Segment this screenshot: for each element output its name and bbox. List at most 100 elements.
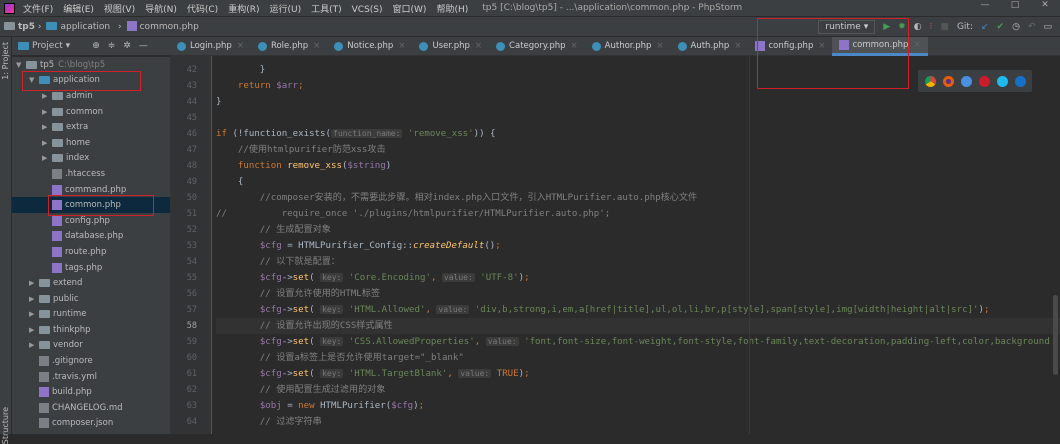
tree-item[interactable]: ▶ extend [12,275,170,291]
code-line[interactable]: // require_once './plugins/htmlpurifier/… [216,206,1060,222]
expand-arrow-icon[interactable]: ▶ [42,139,52,147]
expand-arrow-icon[interactable]: ▶ [29,341,39,349]
opera-icon[interactable] [978,75,990,87]
tree-item[interactable]: CHANGELOG.md [12,400,170,416]
tree-item[interactable]: ▶ public [12,291,170,307]
code-line[interactable]: $cfg->set( key: 'HTML.Allowed', value: '… [216,302,1060,318]
close-icon[interactable]: ✕ [1030,0,1060,10]
tree-item[interactable]: route.php [12,244,170,260]
menu-item[interactable]: VCS(S) [352,5,383,15]
editor-scrollbar[interactable] [1053,295,1058,375]
code-line[interactable]: // 设置a标签上是否允许使用target="_blank" [216,350,1060,366]
tree-item[interactable]: ▶ home [12,135,170,151]
tree-item[interactable]: ▶ index [12,151,170,167]
expand-arrow-icon[interactable]: ▶ [29,295,39,303]
project-view-select[interactable]: Project ▾ [18,41,70,51]
chrome-icon[interactable] [924,75,936,87]
code-line[interactable]: function remove_xss($string) [216,158,1060,174]
code-line[interactable]: $cfg = HTMLPurifier_Config::createDefaul… [216,238,1060,254]
tree-item[interactable]: .gitignore [12,353,170,369]
tab-notice-php[interactable]: Notice.php × [327,37,412,56]
history-icon[interactable]: ◷ [1012,22,1020,32]
close-tab-icon[interactable]: × [237,41,244,51]
code-line[interactable]: $cfg->set( key: 'HTML.TargetBlank', valu… [216,366,1060,382]
code-line[interactable]: // 使用配置生成过滤用的对象 [216,382,1060,398]
close-tab-icon[interactable]: × [656,41,663,51]
ie-icon[interactable] [996,75,1008,87]
expand-arrow-icon[interactable]: ▶ [29,279,39,287]
expand-arrow-icon[interactable]: ▶ [29,310,39,318]
menu-item[interactable]: 帮助(H) [436,5,468,15]
expand-arrow-icon[interactable]: ▶ [29,326,39,334]
locate-icon[interactable]: ⊕ [92,41,100,51]
menu-item[interactable]: 运行(U) [269,5,301,15]
tree-item[interactable]: tags.php [12,260,170,276]
git-commit-icon[interactable]: ✔ [997,22,1005,32]
stop-icon[interactable]: ■ [940,22,949,32]
tree-item[interactable]: ▶ vendor [12,338,170,354]
expand-arrow-icon[interactable]: ▼ [16,61,26,69]
maximize-icon[interactable]: □ [1000,0,1030,10]
tab-role-php[interactable]: Role.php × [251,37,327,56]
tab-user-php[interactable]: User.php × [412,37,489,56]
close-tab-icon[interactable]: × [571,41,578,51]
menu-item[interactable]: 窗口(W) [393,5,427,15]
expand-arrow-icon[interactable]: ▶ [42,154,52,162]
revert-icon[interactable]: ↶ [1028,22,1036,32]
close-tab-icon[interactable]: × [313,41,320,51]
firefox-icon[interactable] [942,75,954,87]
tab-login-php[interactable]: Login.php × [170,37,251,56]
code-line[interactable]: // 设置允许使用的HTML标签 [216,286,1060,302]
code-line[interactable]: $cfg->set( key: 'CSS.AllowedProperties',… [216,334,1060,350]
tree-item[interactable]: ▶ thinkphp [12,322,170,338]
code-line[interactable] [216,110,1060,126]
hide-icon[interactable]: — [139,41,148,51]
project-tool-button[interactable]: 1: Project [1,42,10,80]
menu-item[interactable]: 工具(T) [311,5,342,15]
menu-item[interactable]: 编辑(E) [63,5,94,15]
code-line[interactable]: // 设置允许出现的CSS样式属性 [216,318,1060,334]
tree-item[interactable]: ▶ runtime [12,307,170,323]
code-editor[interactable]: } return $arr;} if (!function_exists(func… [213,56,1060,434]
expand-arrow-icon[interactable]: ▶ [42,108,52,116]
code-line[interactable]: // 以下就是配置： [216,254,1060,270]
tree-item[interactable]: ▶ extra [12,119,170,135]
code-line[interactable]: $obj = new HTMLPurifier($cfg); [216,398,1060,414]
breadcrumb-tp5[interactable]: tp5 › [4,22,41,32]
code-line[interactable]: // 生成配置对象 [216,222,1060,238]
collapse-icon[interactable]: ≑ [108,41,116,51]
expand-arrow-icon[interactable]: ▶ [42,92,52,100]
tab-auth-php[interactable]: Auth.php × [671,37,749,56]
tab-author-php[interactable]: Author.php × [585,37,671,56]
close-tab-icon[interactable]: × [475,41,482,51]
coverage-icon[interactable]: ◐ [914,22,922,32]
menu-item[interactable]: 视图(V) [104,5,135,15]
edge-icon[interactable] [1014,75,1026,87]
tree-item[interactable]: composer.json [12,416,170,432]
terminal-icon[interactable]: ▭ [1043,22,1052,32]
tree-item[interactable]: ▶ common [12,104,170,120]
structure-tool-button[interactable]: Structure [1,407,10,444]
menu-item[interactable]: 代码(C) [187,5,218,15]
safari-icon[interactable] [960,75,972,87]
code-line[interactable]: $cfg->set( key: 'Core.Encoding', value: … [216,270,1060,286]
tab-category-php[interactable]: Category.php × [489,37,585,56]
menu-item[interactable]: 导航(N) [145,5,177,15]
menu-item[interactable]: 文件(F) [23,5,53,15]
breadcrumb-common-php[interactable]: common.php [126,21,204,32]
menu-item[interactable]: 重构(R) [228,5,259,15]
tree-item[interactable]: .travis.yml [12,369,170,385]
tree-item[interactable]: database.php [12,229,170,245]
settings-gear-icon[interactable]: ✲ [123,41,131,51]
code-line[interactable]: } [216,94,1060,110]
code-line[interactable]: //使用htmlpurifier防范xss攻击 [216,142,1060,158]
expand-arrow-icon[interactable]: ▶ [42,123,52,131]
code-line[interactable]: //composer安装的，不需要此步骤。相对index.php入口文件，引入H… [216,190,1060,206]
code-line[interactable]: { [216,174,1060,190]
tree-item[interactable]: build.php [12,384,170,400]
git-update-icon[interactable]: ↙ [981,22,989,32]
code-line[interactable]: // 过滤字符串 [216,414,1060,430]
close-tab-icon[interactable]: × [734,41,741,51]
stop-icon-small[interactable]: ⁝ [930,22,933,32]
close-tab-icon[interactable]: × [913,40,920,50]
